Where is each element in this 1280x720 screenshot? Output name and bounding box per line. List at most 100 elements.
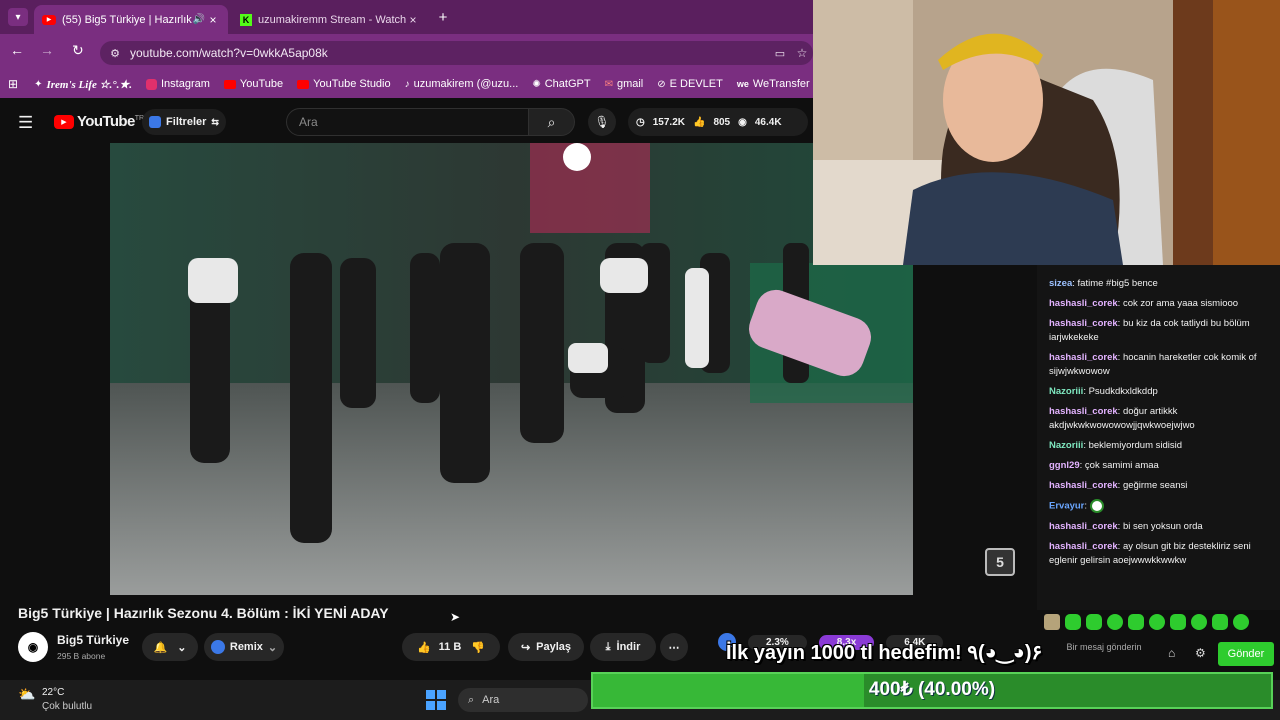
bell-icon: 🔔 (153, 641, 168, 654)
bookmark-e-devlet[interactable]: ⊘ E DEVLET (657, 78, 723, 90)
microphone-icon: 🎙 (594, 115, 610, 129)
new-tab-icon[interactable]: + (434, 8, 452, 26)
weather-temp[interactable]: 22°C (42, 687, 64, 698)
menu-icon[interactable]: ☰ (18, 113, 33, 133)
clock-icon: ◷ (636, 116, 645, 128)
chat-username[interactable]: hashasli_corek (1049, 541, 1118, 552)
speaker-icon[interactable]: 🔊 (192, 14, 206, 25)
bookmark-wetransfer[interactable]: we WeTransfer (737, 78, 810, 90)
reload-icon[interactable]: ↻ (72, 42, 84, 59)
bookmark-gmail[interactable]: ✉ gmail (605, 78, 644, 90)
notification-button[interactable]: 🔔 ⌄ (142, 633, 198, 661)
extension-icon (149, 116, 162, 128)
chat-username[interactable]: Nazoriii (1049, 440, 1083, 451)
emote-icon[interactable] (1086, 614, 1102, 630)
send-button[interactable]: Gönder (1218, 642, 1274, 666)
chat-username[interactable]: sizea (1049, 278, 1072, 289)
apps-grid-icon[interactable]: ⊞ (8, 77, 18, 91)
wetransfer-icon: we (736, 79, 749, 89)
emote-icon[interactable] (1107, 614, 1123, 630)
more-actions-button[interactable]: ⋯ (660, 633, 688, 661)
weather-desc: Çok bulutlu (42, 701, 93, 712)
webcam-frame (813, 0, 1280, 265)
emote-icon[interactable] (1065, 614, 1081, 630)
chat-username[interactable]: hashasli_corek (1049, 480, 1118, 491)
channel-name[interactable]: Big5 Türkiye (57, 633, 129, 647)
chat-username[interactable]: hashasli_corek (1049, 318, 1118, 329)
tab-title: uzumakiremm Stream - Watch L (258, 13, 406, 26)
tab-list-icon[interactable]: ▾ (8, 8, 28, 26)
search-icon: ⌕ (468, 693, 475, 706)
search-input[interactable]: Ara (286, 108, 529, 136)
site-info-icon[interactable]: ⚙ (100, 47, 130, 60)
channel-avatar[interactable]: ◉ (18, 632, 48, 662)
like-dislike-group: 👍 11 B 👎 (402, 633, 500, 661)
gmail-icon: ✉ (604, 78, 613, 90)
remix-button[interactable]: Remix ⌄ (204, 633, 284, 661)
channel-watermark-icon[interactable]: 5 (985, 548, 1015, 576)
chat-text: çok samimi amaa (1084, 460, 1159, 471)
share-button[interactable]: ↪ Paylaş (508, 633, 584, 661)
bookmark-instagram[interactable]: Instagram (145, 78, 210, 90)
chat-username[interactable]: hashasli_corek (1049, 298, 1118, 309)
emote-bar (1044, 614, 1274, 634)
taskbar-search[interactable]: ⌕ Ara (458, 688, 588, 712)
youtube-logo[interactable]: ▶ YouTube TR (54, 113, 144, 130)
like-icon: 👍 (692, 116, 706, 128)
emote-icon[interactable] (1233, 614, 1249, 630)
cast-icon[interactable]: ▭ (769, 47, 791, 60)
download-button[interactable]: ⤓ İndir (590, 633, 656, 661)
chat-username[interactable]: hashasli_corek (1049, 352, 1118, 363)
bookmark-youtube-studio[interactable]: YouTube Studio (297, 78, 391, 90)
chat-message: hashasli_corek: doğur artikkk akdjwkwkwo… (1049, 406, 1195, 431)
address-bar[interactable]: ⚙ youtube.com/watch?v=0wkkA5ap08k ▭ ☆ (100, 41, 813, 65)
bookmark-tiktok[interactable]: ♪ uzumakirem (@uzu... (405, 78, 519, 90)
tab-strip: ▾ ▶ (55) Big5 Türkiye | Hazırlık S 🔊 × K… (0, 0, 813, 34)
chat-message: Nazoriii: Psudkdkxldkddp (1049, 386, 1158, 397)
bookmark-star-icon[interactable]: ☆ (791, 46, 813, 60)
thumbs-up-icon: 👍 (416, 641, 431, 654)
close-tab-icon[interactable]: × (406, 13, 420, 27)
like-button[interactable]: 👍 11 B (417, 641, 461, 654)
chat-username[interactable]: hashasli_corek (1049, 406, 1118, 417)
voice-search-button[interactable]: 🎙 (588, 108, 616, 136)
back-icon[interactable]: ← (10, 42, 24, 58)
filters-button[interactable]: Filtreler ⇆ (142, 109, 226, 135)
chat-message: hashasli_corek: ay olsun git biz destekl… (1049, 540, 1251, 566)
dislike-button[interactable]: 👎 (471, 641, 485, 654)
download-icon: ⤓ (605, 640, 611, 653)
chat-username[interactable]: Nazoriii (1049, 386, 1083, 397)
folder-icon: ✦ (34, 78, 43, 90)
goal-title: İlk yayın 1000 tl hedefim! ٩(◕‿◕)۶ (726, 642, 1043, 664)
kick-favicon-icon: K (240, 13, 252, 26)
chat-username[interactable]: Ervayur (1049, 501, 1084, 512)
emote-icon[interactable] (1128, 614, 1144, 630)
more-icon: ⋯ (668, 641, 680, 654)
bookmark-chatgpt[interactable]: ✺ ChatGPT (532, 78, 590, 90)
tab-title: (55) Big5 Türkiye | Hazırlık S (62, 13, 192, 26)
settings-icon[interactable]: ⚙ (1195, 646, 1206, 660)
emote-icon[interactable] (1170, 614, 1186, 630)
close-tab-icon[interactable]: × (206, 13, 220, 27)
windows-start-icon[interactable] (426, 690, 446, 710)
emote-icon[interactable] (1149, 614, 1165, 630)
bookmark-youtube[interactable]: YouTube (223, 78, 283, 90)
instagram-icon (145, 78, 157, 90)
chat-username[interactable]: ggnl29 (1049, 460, 1080, 471)
chat-text: fatime #big5 bence (1077, 278, 1158, 289)
chat-text: Psudkdkxldkddp (1088, 386, 1158, 397)
video-player[interactable] (110, 143, 913, 595)
chat-input[interactable]: Bir mesaj gönderin (1044, 640, 1164, 668)
emote-icon[interactable] (1212, 614, 1228, 630)
emote-icon[interactable] (1044, 614, 1060, 630)
gift-icon[interactable]: ⌂ (1168, 646, 1175, 660)
tab-kick[interactable]: K uzumakiremm Stream - Watch L × (232, 5, 428, 34)
search-button[interactable]: ⌕ (528, 108, 575, 136)
bookmark-irems-life[interactable]: ✦ Irem's Life ☆.°.★. (34, 78, 132, 91)
search-icon: ⌕ (547, 113, 556, 130)
emote-icon[interactable] (1191, 614, 1207, 630)
screen: ▾ ▶ (55) Big5 Türkiye | Hazırlık S 🔊 × K… (0, 0, 1280, 720)
chat-username[interactable]: hashasli_corek (1049, 521, 1118, 532)
forward-icon[interactable]: → (40, 42, 54, 58)
tab-youtube[interactable]: ▶ (55) Big5 Türkiye | Hazırlık S 🔊 × (34, 5, 228, 34)
